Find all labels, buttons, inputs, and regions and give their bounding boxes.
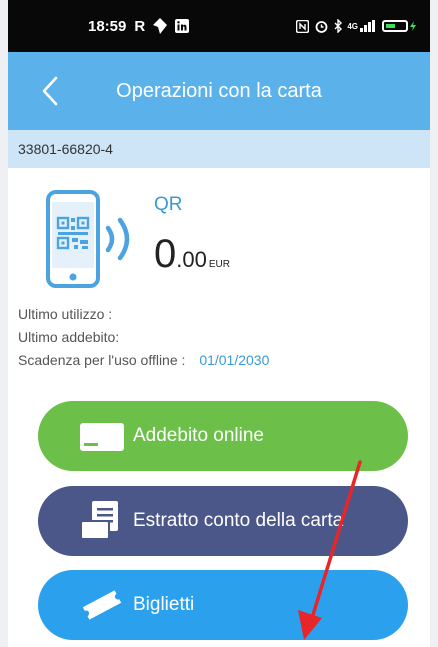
bluetooth-icon <box>334 19 343 33</box>
status-r-glyph: R <box>134 17 146 35</box>
phone-qr-icon <box>46 190 130 288</box>
card-statement-label: Estratto conto della carta <box>133 510 344 531</box>
nfc-icon <box>296 19 310 33</box>
last-use-row: Ultimo utilizzo : <box>18 306 122 322</box>
app-screen: 18:59 R 4G Operazioni con la carta 33801… <box>8 0 430 647</box>
signal-icon <box>360 20 376 32</box>
network-type: 4G <box>347 21 358 31</box>
balance-currency: EUR <box>208 259 230 270</box>
online-charge-button[interactable]: Addebito online <box>38 401 408 471</box>
balance-integer: 0 <box>154 232 177 276</box>
card-number-bar: 33801-66820-4 <box>8 130 430 168</box>
linkedin-icon <box>175 19 190 33</box>
tickets-button[interactable]: Biglietti <box>38 570 408 640</box>
page-title: Operazioni con la carta <box>116 80 322 102</box>
last-charge-label: Ultimo addebito: <box>18 329 120 345</box>
charging-icon <box>410 21 416 31</box>
app-header: Operazioni con la carta <box>8 52 430 130</box>
card-statement-button[interactable]: Estratto conto della carta <box>38 486 408 556</box>
alarm-icon <box>315 20 328 33</box>
offline-expiry-value: 01/01/2030 <box>199 352 270 368</box>
balance-decimals: .00 <box>176 247 207 272</box>
battery-icon <box>382 20 408 32</box>
receipt-icon <box>80 501 118 540</box>
card-icon <box>80 423 124 451</box>
card-balance: 0 .00 EUR <box>154 232 230 282</box>
status-bar: 18:59 R 4G <box>8 0 430 52</box>
offline-expiry-row: Scadenza per l'uso offline : 01/01/2030 <box>18 352 269 368</box>
tickets-label: Biglietti <box>133 594 195 615</box>
status-right: 4G <box>290 16 416 36</box>
qr-label: QR <box>154 194 183 215</box>
status-time: 18:59 <box>88 17 127 35</box>
offline-expiry-label: Scadenza per l'uso offline : <box>18 352 186 368</box>
location-icon <box>153 18 168 34</box>
last-charge-row: Ultimo addebito: <box>18 329 129 345</box>
last-use-label: Ultimo utilizzo : <box>18 306 113 322</box>
status-left: 18:59 R <box>88 16 190 36</box>
card-number: 33801-66820-4 <box>18 141 113 157</box>
online-charge-label: Addebito online <box>133 425 264 446</box>
ticket-icon <box>82 590 122 620</box>
